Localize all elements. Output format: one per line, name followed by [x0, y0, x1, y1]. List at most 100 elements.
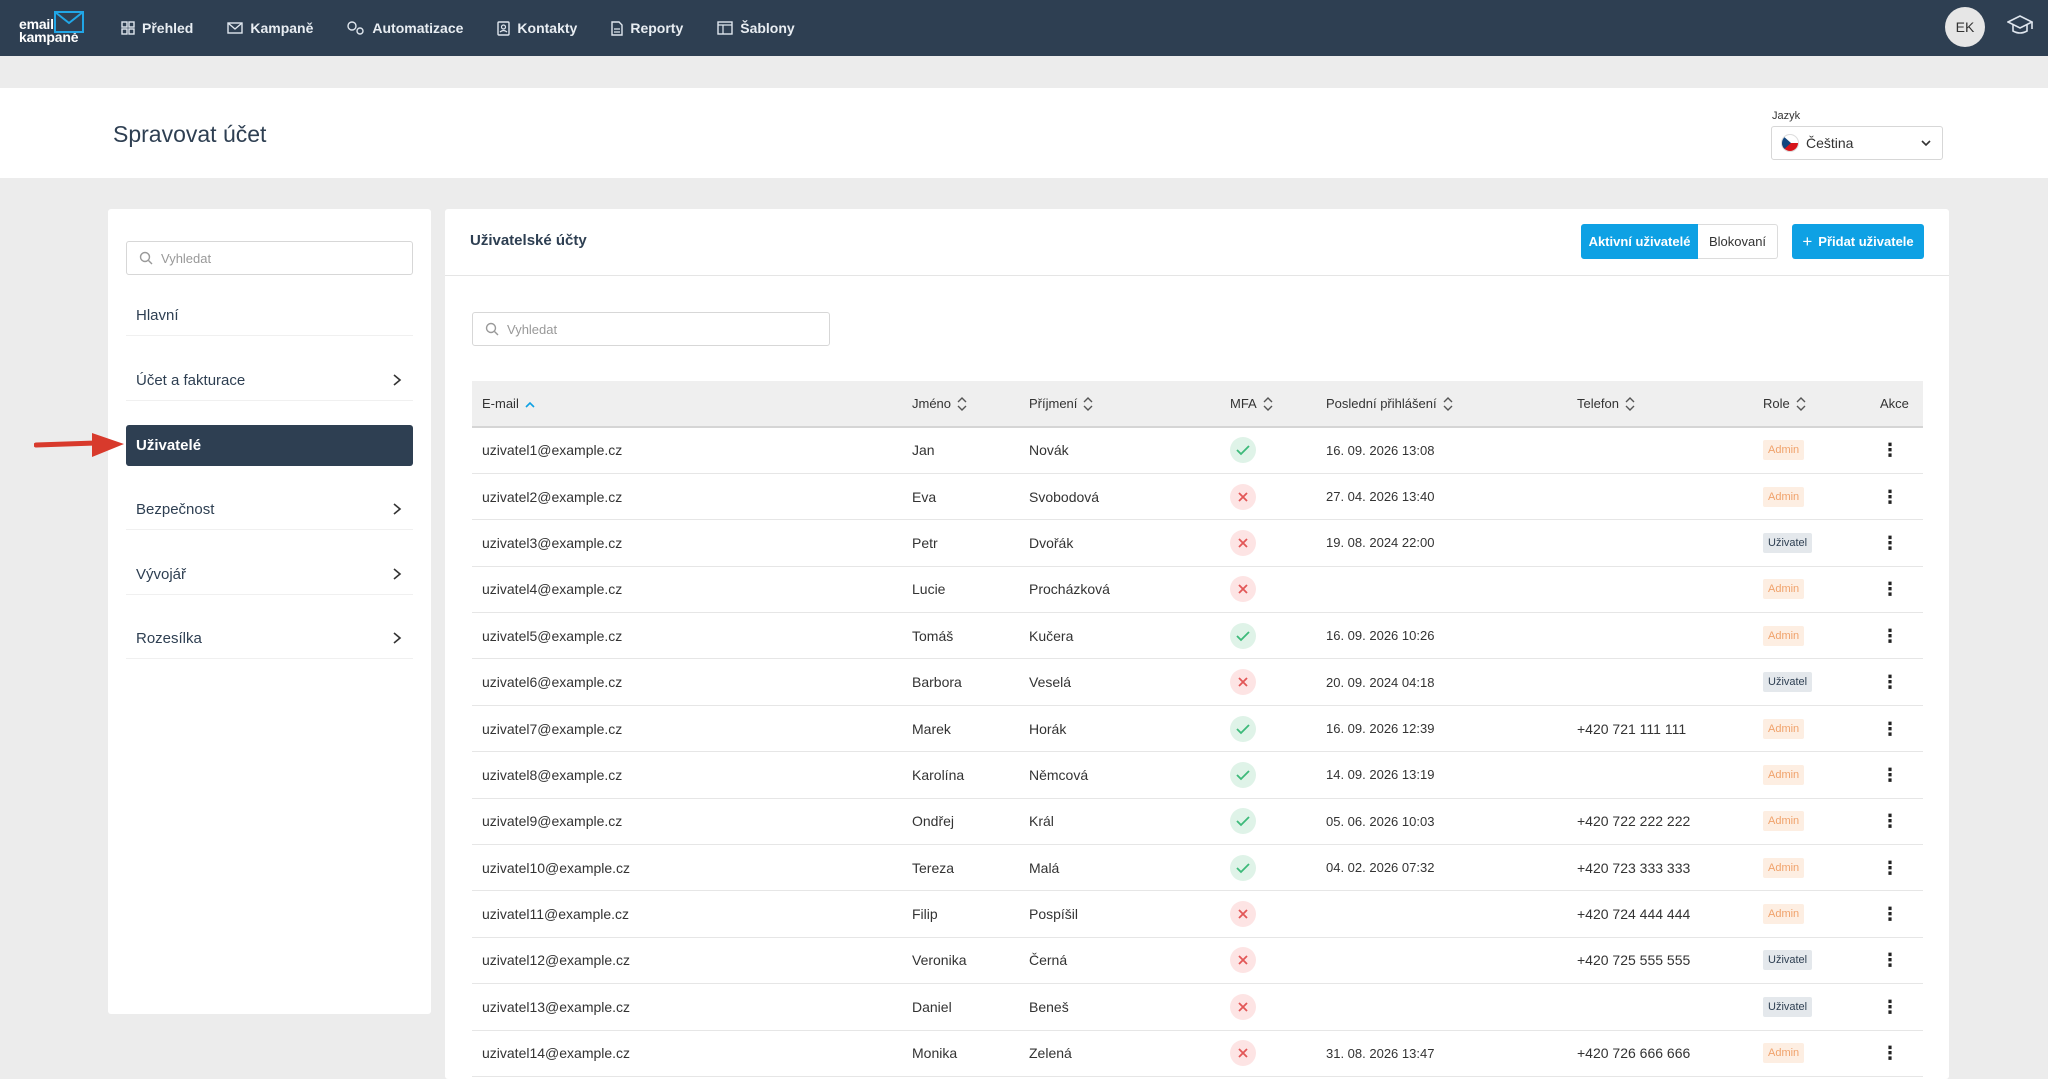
sidebar-item-label: Hlavní: [136, 306, 179, 324]
table-row[interactable]: uzivatel10@example.cz Tereza Malá 04. 02. 2…: [472, 845, 1923, 891]
cell-email: uzivatel6@example.cz: [482, 674, 623, 691]
column-header-phone[interactable]: Telefon: [1567, 381, 1753, 427]
sidebar-item-label: Účet a fakturace: [136, 371, 246, 389]
cell-actions: ⋮: [1870, 798, 1923, 844]
sort-icon: [1083, 397, 1093, 412]
sidebar-item-label: Bezpečnost: [136, 500, 215, 518]
filter-active-users-button[interactable]: Aktivní uživatelé: [1581, 224, 1698, 259]
cell-last-name: Černá: [1029, 952, 1068, 969]
table-row[interactable]: uzivatel8@example.cz Karolína Němcová 14. 0…: [472, 752, 1923, 799]
table-row[interactable]: uzivatel14@example.cz Monika Zelená 31. 08.…: [472, 1030, 1923, 1077]
search-icon: [485, 322, 499, 336]
panel-title: Uživatelské účty: [470, 232, 587, 249]
cell-actions: ⋮: [1870, 891, 1923, 937]
more-actions-icon[interactable]: ⋮: [1880, 905, 1900, 923]
nav-reporty[interactable]: Reporty: [611, 0, 683, 56]
role-badge: Admin: [1763, 625, 1805, 646]
cell-last-name: Kučera: [1029, 627, 1074, 644]
more-actions-icon[interactable]: ⋮: [1880, 859, 1900, 877]
settings-sidebar: Hlavní Účet a fakturace Uživatelé Bezpeč…: [108, 209, 431, 1014]
column-header-role[interactable]: Role: [1753, 381, 1870, 427]
table-row[interactable]: uzivatel1@example.cz Jan Novák 16. 09. 2026…: [472, 427, 1923, 474]
column-header-first-name[interactable]: Jméno: [902, 381, 1019, 427]
cell-first-name: Tereza: [912, 859, 955, 876]
filter-blocked-users-button[interactable]: Blokovaní: [1698, 224, 1778, 259]
more-actions-icon[interactable]: ⋮: [1880, 998, 1900, 1016]
table-row[interactable]: uzivatel11@example.cz Filip Pospíšil +420 7…: [472, 891, 1923, 938]
sidebar-item-bezpecnost[interactable]: Bezpečnost: [126, 489, 413, 530]
more-actions-icon[interactable]: ⋮: [1880, 441, 1900, 459]
cell-actions: ⋮: [1870, 659, 1923, 705]
sidebar-item-label: Vývojář: [136, 565, 187, 583]
mfa-enabled-check-icon: [1230, 622, 1256, 649]
nav-automatizace[interactable]: Automatizace: [347, 0, 463, 56]
users-search-input[interactable]: [507, 321, 727, 337]
table-row[interactable]: uzivatel6@example.cz Barbora Veselá 20. 09.…: [472, 659, 1923, 706]
cell-last-name: Dvořák: [1029, 534, 1074, 551]
more-actions-icon[interactable]: ⋮: [1880, 673, 1900, 691]
cell-phone: [1567, 613, 1753, 659]
role-badge: Uživatel: [1763, 996, 1813, 1017]
more-actions-icon[interactable]: ⋮: [1880, 580, 1900, 598]
cell-email: uzivatel7@example.cz: [482, 720, 623, 737]
cell-mfa: [1220, 520, 1316, 566]
divider: [445, 275, 1949, 276]
cell-role: Uživatel: [1753, 659, 1870, 705]
more-actions-icon[interactable]: ⋮: [1880, 812, 1900, 830]
sidebar-item-uzivatele[interactable]: Uživatelé: [126, 425, 413, 466]
table-row[interactable]: uzivatel2@example.cz Eva Svobodová 27. 04. …: [472, 473, 1923, 520]
mfa-disabled-x-icon: [1230, 947, 1256, 974]
column-label: MFA: [1230, 395, 1257, 411]
cell-mfa: [1220, 984, 1316, 1030]
column-header-mfa[interactable]: MFA: [1220, 381, 1316, 427]
users-search[interactable]: [472, 312, 830, 346]
more-actions-icon[interactable]: ⋮: [1880, 951, 1900, 969]
app-logo[interactable]: email kampaně: [19, 11, 84, 44]
table-row[interactable]: uzivatel9@example.cz Ondřej Král 05. 06. 20…: [472, 798, 1923, 845]
nav-kampane[interactable]: Kampaně: [227, 0, 313, 56]
user-avatar[interactable]: EK: [1945, 7, 1985, 47]
cell-first-name: Tomáš: [912, 627, 954, 644]
more-actions-icon[interactable]: ⋮: [1880, 1044, 1900, 1062]
language-select[interactable]: Čeština: [1771, 126, 1943, 160]
mfa-disabled-x-icon: [1230, 1040, 1256, 1067]
more-actions-icon[interactable]: ⋮: [1880, 720, 1900, 738]
sidebar-item-vyvojar[interactable]: Vývojář: [126, 554, 413, 595]
table-row[interactable]: uzivatel13@example.cz Daniel Beneš Uživatel…: [472, 984, 1923, 1031]
role-badge: Admin: [1763, 486, 1805, 507]
nav-sablony[interactable]: Šablony: [717, 0, 795, 56]
add-user-button[interactable]: + Přidat uživatele: [1792, 224, 1924, 259]
table-row[interactable]: uzivatel4@example.cz Lucie Procházková Admi…: [472, 566, 1923, 613]
nav-kontakty[interactable]: Kontakty: [497, 0, 577, 56]
more-actions-icon[interactable]: ⋮: [1880, 488, 1900, 506]
cell-email: uzivatel3@example.cz: [482, 534, 623, 551]
graduation-cap-icon[interactable]: [2007, 15, 2033, 37]
cell-first-name: Filip: [912, 906, 938, 923]
nav-prehled[interactable]: Přehled: [121, 0, 193, 56]
sidebar-item-ucet-a-fakturace[interactable]: Účet a fakturace: [126, 360, 413, 401]
column-header-last-login[interactable]: Poslední přihlášení: [1316, 381, 1567, 427]
more-actions-icon[interactable]: ⋮: [1880, 766, 1900, 784]
column-header-last-name[interactable]: Příjmení: [1019, 381, 1220, 427]
cell-phone: [1567, 752, 1753, 798]
column-header-email[interactable]: E-mail: [472, 381, 902, 427]
table-row[interactable]: uzivatel3@example.cz Petr Dvořák 19. 08. 20…: [472, 520, 1923, 567]
role-badge: Admin: [1763, 811, 1805, 832]
sidebar-item-rozesilka[interactable]: Rozesílka: [126, 618, 413, 659]
sidebar-search-input[interactable]: [161, 250, 381, 266]
sidebar-item-hlavni[interactable]: Hlavní: [126, 295, 413, 336]
sort-icon: [957, 397, 967, 412]
table-row[interactable]: uzivatel5@example.cz Tomáš Kučera 16. 09. 2…: [472, 613, 1923, 659]
column-label: E-mail: [482, 396, 519, 411]
cell-mfa: [1220, 659, 1316, 705]
more-actions-icon[interactable]: ⋮: [1880, 627, 1900, 645]
table-row[interactable]: uzivatel7@example.cz Marek Horák 16. 09. 20…: [472, 705, 1923, 752]
table-row[interactable]: uzivatel12@example.cz Veronika Černá +420 7…: [472, 937, 1923, 984]
search-icon: [139, 251, 153, 265]
column-label: Příjmení: [1029, 395, 1078, 411]
cell-role: Uživatel: [1753, 937, 1870, 983]
sidebar-search[interactable]: [126, 241, 413, 275]
mfa-disabled-x-icon: [1230, 901, 1256, 928]
more-actions-icon[interactable]: ⋮: [1880, 534, 1900, 552]
cell-role: Admin: [1753, 891, 1870, 937]
